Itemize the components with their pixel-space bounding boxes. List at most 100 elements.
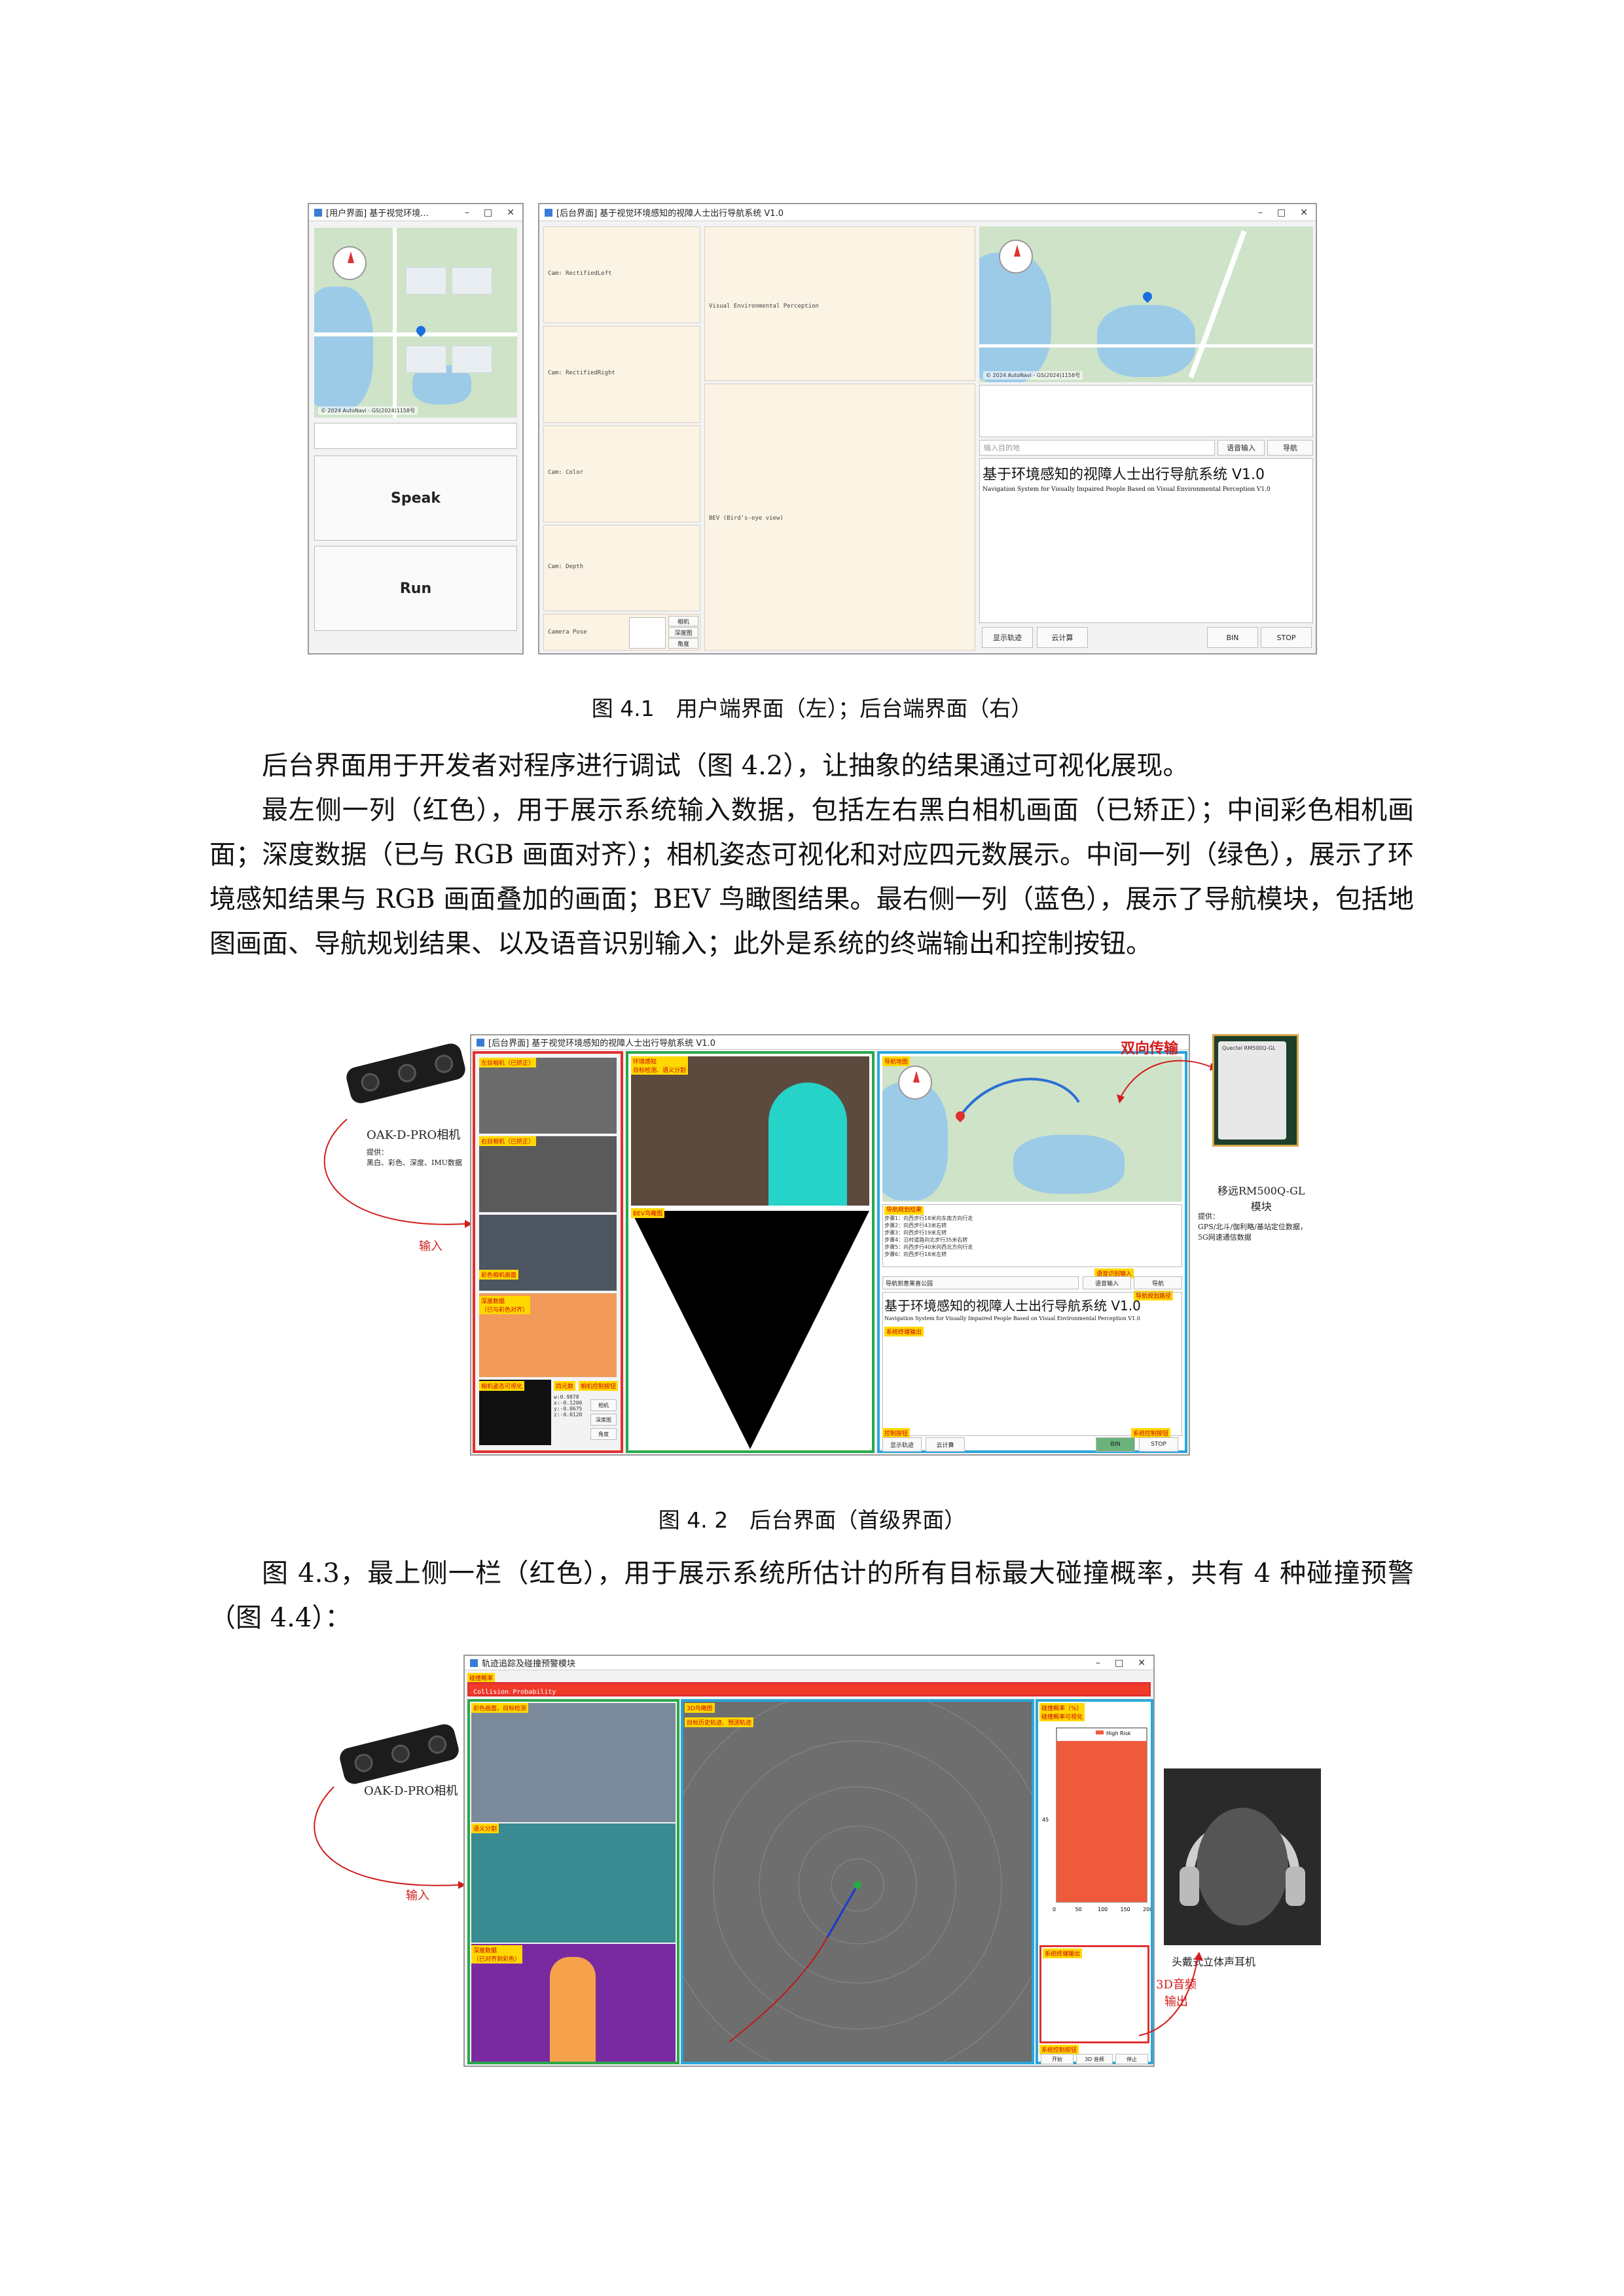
figure1-caption: 图 4.1 用户端界面（左）；后台端界面（右） (591, 696, 1033, 721)
maximize-icon[interactable]: □ (1115, 1658, 1123, 1668)
start-button[interactable]: 开始 (1041, 2054, 1074, 2064)
cam-label: Cam: Depth (548, 564, 584, 570)
voice-input-button[interactable]: 语音输入 (1218, 440, 1265, 456)
maximize-icon[interactable]: □ (484, 207, 492, 218)
map-lake (314, 287, 373, 411)
audio-3d-button[interactable]: 3D 音频 (1076, 2054, 1113, 2064)
navigate-button[interactable]: 导航 (1134, 1276, 1182, 1289)
control-label: 系统控制按钮 (1039, 2045, 1079, 2054)
depth-label: 深度数据 （已对齐到彩色） (471, 1945, 523, 1964)
pose-button-depth[interactable]: 深度图 (668, 627, 698, 637)
stop-button[interactable]: 停止 (1115, 2054, 1148, 2064)
close-icon[interactable]: ✕ (507, 207, 514, 218)
tracking-title: 轨迹追踪及碰撞预警模块 (482, 1659, 576, 1669)
nav-step: 步骤2：向西步行43米右转 (884, 1223, 947, 1229)
pose-button-camera[interactable]: 相机 (668, 616, 698, 626)
left-cam-label: 左目相机（已矫正） (479, 1058, 537, 1067)
minimize-icon[interactable]: – (1258, 207, 1263, 218)
rgb-detection-image (471, 1703, 676, 1822)
right-cam-image (479, 1136, 617, 1212)
admin-main-title: [后台界面] 基于视觉环境感知的视障人士出行导航系统 V1.0 (488, 1039, 715, 1049)
bev-image (631, 1211, 869, 1450)
nav-map-label: 导航地图 (882, 1056, 911, 1066)
figure2-caption: 图 4. 2 后台界面（首级界面） (658, 1507, 966, 1533)
collision-bar: Collision Probability (467, 1682, 1151, 1696)
map-road (393, 228, 397, 418)
rgb-label: 彩色画面，目标检测 (471, 1703, 529, 1713)
pose-button-angle[interactable]: 角度 (590, 1428, 617, 1440)
map-road (1188, 230, 1247, 379)
perception-column: 环境感知 目标检测、语义分割 BEV鸟瞰图 (626, 1051, 875, 1453)
map-building (406, 346, 446, 373)
speak-button[interactable]: Speak (314, 456, 517, 541)
close-icon[interactable]: ✕ (1300, 207, 1308, 218)
map-building (406, 267, 446, 295)
app-icon (545, 208, 552, 217)
module-name: 移远RM500Q-GL 模块 (1218, 1185, 1305, 1213)
pose-button-depth[interactable]: 深度图 (590, 1414, 617, 1426)
run-button[interactable]: Run (314, 546, 517, 631)
pose-button-angle[interactable]: 角度 (668, 638, 698, 649)
chart-bar (1056, 1741, 1147, 1902)
user-window-title: [用户界面] 基于视觉环境... (326, 209, 429, 219)
show-track-button[interactable]: 显示轨迹 (982, 627, 1033, 648)
input-arrow (323, 1119, 473, 1228)
quaternion-text: w:0.9878 x:-0.1200 y:-0.0675 z:-0.0120 (554, 1394, 583, 1418)
cam-label: Cam: Color (548, 469, 584, 476)
map-road (979, 344, 1313, 348)
app-icon (477, 1038, 484, 1047)
map-building (452, 267, 492, 295)
maximize-icon[interactable]: □ (1277, 207, 1286, 218)
show-track-button[interactable]: 显示轨迹 (882, 1437, 922, 1452)
cloud-compute-button[interactable]: 云计算 (926, 1437, 965, 1452)
bin-button[interactable]: BIN (1096, 1437, 1135, 1452)
stop-button[interactable]: STOP (1261, 627, 1312, 648)
seg-label: 语义分割 (471, 1823, 499, 1833)
nav-step: 步骤4：沿村道路向北步行35米右转 (884, 1237, 968, 1243)
bidirectional-arrow (1117, 1060, 1218, 1103)
destination-input[interactable]: 输入目的地 (979, 440, 1215, 456)
location-pin-icon (1141, 290, 1154, 303)
user-map[interactable]: © 2024 AutoNavi - GS(2024)1158号 (314, 228, 517, 418)
minimize-icon[interactable]: – (465, 207, 469, 218)
collision-bar-text: Collision Probability (473, 1689, 556, 1696)
minimize-icon[interactable]: – (1096, 1658, 1100, 1668)
right-cam-label: 右目相机（已矫正） (479, 1136, 537, 1146)
nav-result-box (979, 385, 1313, 437)
bin-button[interactable]: BIN (1207, 627, 1258, 648)
module-provides: 提供： GPS/北斗/伽利略/基站定位数据，5G网速通信数据 (1198, 1212, 1307, 1242)
map-attribution: © 2024 AutoNavi - GS(2024)1158号 (318, 406, 418, 415)
color-cam-label: 彩色相机画面 (479, 1270, 519, 1280)
module-chip-text: Quectel RM500Q-GL (1222, 1045, 1276, 1051)
compass-icon[interactable] (333, 246, 367, 280)
camera-lens (395, 1062, 418, 1085)
stop-button[interactable]: STOP (1139, 1437, 1178, 1452)
legend-swatch (1096, 1731, 1104, 1734)
nav-step: 步骤3：向西步行19米左转 (884, 1230, 947, 1236)
navigate-button[interactable]: 导航 (1267, 440, 1313, 456)
bev-column: 3D鸟瞰图 目标历史轨迹、预测轨迹 (681, 1699, 1034, 2064)
terminal-label: 系统终端输出 (884, 1327, 924, 1336)
voice-input-button[interactable]: 语音输入 (1083, 1276, 1131, 1289)
close-icon[interactable]: ✕ (1138, 1658, 1146, 1668)
bev-label: 3D鸟瞰图 (685, 1703, 715, 1713)
pose-button-camera[interactable]: 相机 (590, 1399, 617, 1411)
cloud-compute-button[interactable]: 云计算 (1037, 627, 1088, 648)
cam-label: Cam: RectifiedRight (548, 370, 615, 376)
probability-label: 碰撞概率（%） 碰撞概率可视化 (1039, 1703, 1085, 1721)
system-title-en: Navigation System for Visually Impaired … (884, 1316, 1140, 1321)
window-controls: – □ ✕ (465, 207, 522, 218)
camera-lens (352, 1751, 375, 1774)
cam-depth-panel: Cam: Depth (543, 525, 700, 611)
paragraph: 最左侧一列（红色），用于展示系统输入数据，包括左右黑白相机画面（已矫正）；中间彩… (209, 795, 1414, 959)
quat-label: 四元数 (554, 1381, 576, 1391)
admin-map[interactable]: © 2024 AutoNavi - GS(2024)1158号 (979, 226, 1313, 382)
x-tick-label: 100 (1098, 1907, 1108, 1912)
nav-step: 步骤1：向西步行18米向东南方向行走 (884, 1215, 973, 1221)
app-icon (314, 208, 322, 217)
compass-icon[interactable] (999, 240, 1033, 274)
cam-right-panel: Cam: RectifiedRight (543, 326, 700, 423)
x-tick-label: 0 (1053, 1907, 1056, 1912)
paragraph: 图 4.3，最上侧一栏（红色），用于展示系统所估计的所有目标最大碰撞概率，共有 … (209, 1558, 1414, 1633)
destination-input[interactable]: 导航到意莱喜公园 (882, 1276, 1079, 1289)
